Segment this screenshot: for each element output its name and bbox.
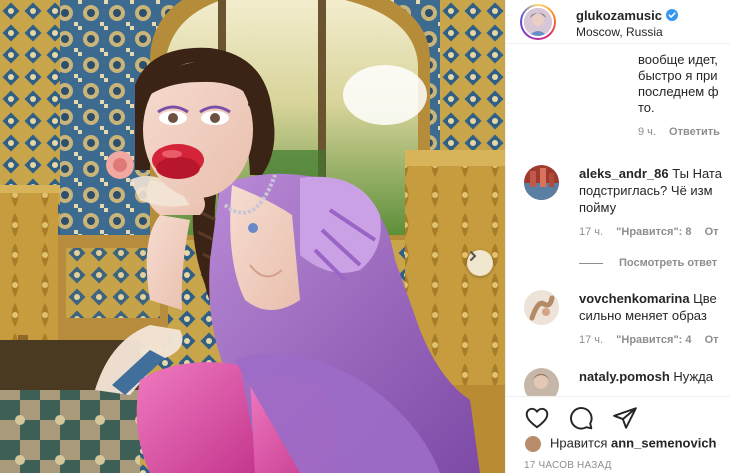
verified-icon — [665, 9, 678, 21]
view-replies-label[interactable]: Посмотреть ответ — [619, 257, 717, 269]
comment-text: Цве — [693, 291, 717, 306]
caption-text: вообще идет, быстро я при последнем ф то… — [638, 52, 730, 116]
comment-body: vovchenkomarina Цве сильно меняет образ — [579, 290, 730, 324]
avatar-image — [524, 368, 559, 396]
liker-username[interactable]: ann_semenovich — [611, 435, 717, 450]
comment-username[interactable]: aleks_andr_86 — [579, 166, 669, 181]
comment-text: пойму — [579, 200, 617, 215]
caption-line: то. — [638, 100, 655, 115]
comment-text: Нужда — [673, 369, 713, 384]
photo-image — [0, 0, 505, 473]
post-actions: Нравится ann_semenovich 17 ЧАСОВ НАЗАД — [506, 396, 730, 473]
comment-username[interactable]: nataly.pomosh — [579, 369, 670, 384]
comment-meta: 17 ч. "Нравится": 8 От — [579, 226, 729, 238]
comment-text: подстриглась? Чё изм — [579, 183, 713, 198]
post-photo[interactable] — [0, 0, 505, 473]
comment-text: сильно меняет образ — [579, 308, 707, 323]
likes-summary: Нравится ann_semenovich — [524, 435, 717, 453]
caption-line: последнем ф — [638, 84, 719, 99]
caption-line: быстро я при — [638, 68, 718, 83]
caption-time[interactable]: 9 ч. — [638, 126, 656, 138]
post-side-panel: glukozamusic Moscow, Russia вообще идет,… — [505, 0, 730, 473]
liker-avatar[interactable] — [524, 435, 542, 453]
post-timestamp[interactable]: 17 ЧАСОВ НАЗАД — [524, 460, 612, 471]
author-avatar[interactable] — [520, 4, 556, 40]
commenter-avatar[interactable] — [524, 368, 559, 396]
likes-prefix: Нравится — [550, 435, 608, 451]
comments-list[interactable]: вообще идет, быстро я при последнем ф то… — [506, 44, 730, 396]
commenter-avatar[interactable] — [524, 165, 559, 200]
carousel-next-button[interactable] — [467, 250, 493, 276]
view-replies-button[interactable]: Посмотреть ответ — [579, 257, 717, 269]
comment-body: aleks_andr_86 Ты Ната подстриглась? Чё и… — [579, 165, 730, 216]
comment-username[interactable]: vovchenkomarina — [579, 291, 690, 306]
comment-body: nataly.pomosh Нужда — [579, 368, 730, 385]
author-username[interactable]: glukozamusic — [576, 8, 662, 23]
caption-line: вообще идет, — [638, 52, 718, 67]
comment-likes[interactable]: "Нравится": 4 — [616, 334, 691, 346]
comment-reply-button[interactable]: От — [705, 334, 719, 346]
commenter-avatar[interactable] — [524, 290, 559, 325]
comment-icon[interactable] — [568, 405, 594, 431]
caption-meta: 9 ч. Ответить — [638, 126, 720, 138]
share-icon[interactable] — [612, 405, 638, 431]
post-header: glukozamusic Moscow, Russia — [506, 0, 730, 44]
comment-text: Ты Ната — [672, 166, 722, 181]
comment-reply-button[interactable]: От — [705, 226, 719, 238]
comment-likes[interactable]: "Нравится": 8 — [616, 226, 691, 238]
divider-line — [579, 262, 603, 264]
avatar-image — [524, 290, 559, 325]
post-location[interactable]: Moscow, Russia — [576, 25, 663, 39]
heart-icon[interactable] — [524, 405, 550, 431]
caption-reply-button[interactable]: Ответить — [669, 126, 720, 138]
comment-meta: 17 ч. "Нравится": 4 От — [579, 334, 729, 346]
author-username-link[interactable]: glukozamusic — [576, 8, 678, 23]
comment-time[interactable]: 17 ч. — [579, 334, 603, 346]
comment-time[interactable]: 17 ч. — [579, 226, 603, 238]
chevron-right-icon — [470, 251, 477, 261]
avatar-image — [524, 165, 559, 200]
avatar-image — [524, 8, 552, 36]
